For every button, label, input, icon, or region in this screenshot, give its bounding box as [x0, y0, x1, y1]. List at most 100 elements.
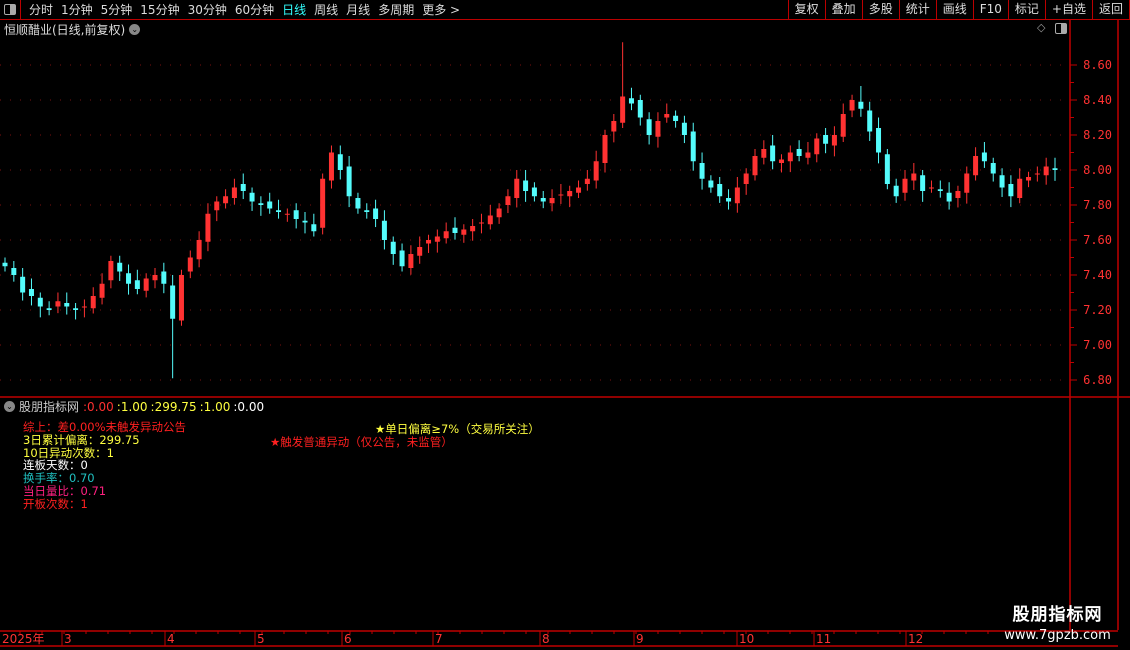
candle-body	[390, 241, 396, 254]
candle	[170, 275, 176, 379]
candle-body	[602, 135, 608, 163]
candle-body	[355, 198, 361, 209]
candle	[628, 87, 634, 111]
candle-body	[946, 192, 952, 202]
candle-body	[576, 187, 582, 193]
candle-body	[973, 156, 979, 176]
candle-body	[267, 201, 273, 209]
candle-body	[549, 198, 555, 204]
candle	[858, 86, 864, 117]
period-tab[interactable]: 多周期	[374, 1, 418, 18]
candle-body	[920, 175, 926, 191]
candle	[55, 292, 61, 314]
candle	[558, 184, 564, 204]
candle	[840, 103, 846, 142]
candle-body	[673, 115, 679, 121]
candle-body	[478, 222, 484, 224]
period-tab[interactable]: 日线	[278, 1, 310, 18]
candle-body	[11, 268, 17, 275]
candle-body	[328, 152, 334, 181]
indicator-line: 当日量比：0.71	[23, 483, 107, 498]
candle	[540, 191, 546, 209]
chevron-down-icon[interactable]: ⌄	[4, 401, 15, 412]
candle	[258, 196, 264, 216]
toolbar-button[interactable]: +自选	[1044, 0, 1092, 19]
period-tab[interactable]: 5分钟	[97, 1, 137, 18]
toolbar-button[interactable]: 返回	[1091, 0, 1130, 19]
candle-body	[523, 180, 529, 191]
candle-body	[814, 138, 820, 155]
period-tab[interactable]: 60分钟	[231, 1, 278, 18]
candle	[655, 112, 661, 148]
candle-body	[73, 308, 79, 310]
indicator-value: :1.00	[199, 399, 231, 414]
indicator-name: 股朋指标网	[19, 400, 80, 414]
candle	[699, 152, 705, 190]
candle	[752, 149, 758, 181]
candle-body	[64, 303, 70, 307]
candle-body	[620, 96, 626, 123]
toolbar-button[interactable]: 统计	[898, 0, 936, 19]
period-tab[interactable]: 月线	[342, 1, 374, 18]
period-tab[interactable]: 分时	[25, 1, 57, 18]
candle	[884, 149, 890, 190]
candle-body	[134, 280, 140, 289]
candle	[355, 192, 361, 214]
candle-body	[584, 178, 590, 184]
chevron-down-icon[interactable]: ⌄	[129, 24, 141, 35]
x-tick-label: 6	[344, 632, 352, 646]
candle	[11, 261, 17, 282]
toolbar-button[interactable]: 复权	[787, 0, 825, 19]
candle	[796, 140, 802, 162]
panel-toggle-button[interactable]	[0, 0, 21, 19]
candle-body	[284, 213, 290, 215]
candle	[240, 173, 246, 200]
candle-body	[249, 192, 255, 202]
candle-body	[408, 254, 414, 268]
y-tick-label: 7.60	[1083, 233, 1112, 247]
candle	[981, 142, 987, 168]
candle-body	[558, 194, 564, 196]
candle-body	[81, 306, 87, 308]
x-tick-label: 3	[64, 632, 72, 646]
candle-body	[849, 100, 855, 111]
indicator-value: :299.75	[150, 399, 197, 414]
toolbar-button[interactable]: 画线	[935, 0, 973, 19]
diamond-icon[interactable]: ◇	[1037, 21, 1045, 34]
candle	[408, 245, 414, 275]
period-tab[interactable]: 更多 >	[418, 1, 464, 18]
candle	[1008, 175, 1014, 208]
candle-body	[28, 289, 34, 296]
candle-body	[161, 271, 167, 284]
period-tab[interactable]: 1分钟	[57, 1, 97, 18]
candle-body	[726, 198, 732, 202]
candle	[814, 133, 820, 163]
candle-body	[240, 184, 246, 191]
candle	[99, 273, 105, 305]
candle-body	[364, 210, 370, 212]
toolbar-button[interactable]: 多股	[861, 0, 899, 19]
candle	[434, 229, 440, 253]
candle	[205, 203, 211, 252]
toolbar-button[interactable]: F10	[972, 0, 1008, 19]
candle-body	[911, 173, 917, 181]
candle	[214, 196, 220, 222]
candle-body	[117, 262, 123, 272]
period-tab[interactable]: 30分钟	[184, 1, 231, 18]
indicator-text-lines: 综上：差0.00%未触发异动公告 3日累计偏离：299.75 10日异动次数：1 连板…	[23, 421, 186, 511]
y-tick-label: 7.00	[1083, 338, 1112, 352]
candle-body	[196, 240, 202, 260]
candle-body	[831, 135, 837, 146]
candle-body	[734, 187, 740, 204]
period-tab[interactable]: 周线	[310, 1, 342, 18]
toolbar-button[interactable]: 叠加	[824, 0, 862, 19]
candlestick-chart[interactable]: 8.60 8.40 8.20 8.00 7.80 7.60 7.40 7.20 7.00 6.80…	[0, 0, 1130, 650]
x-tick-label: 10	[739, 632, 754, 646]
y-tick-label: 7.80	[1083, 198, 1112, 212]
window-toggle-icon[interactable]	[1055, 23, 1067, 34]
candle-body	[152, 275, 158, 281]
indicator-header: ⌄ 股朋指标网 :0.00:1.00:299.75:1.00:0.00	[4, 398, 264, 415]
period-tab[interactable]: 15分钟	[136, 1, 183, 18]
toolbar-button[interactable]: 标记	[1007, 0, 1045, 19]
candle-body	[187, 257, 193, 272]
